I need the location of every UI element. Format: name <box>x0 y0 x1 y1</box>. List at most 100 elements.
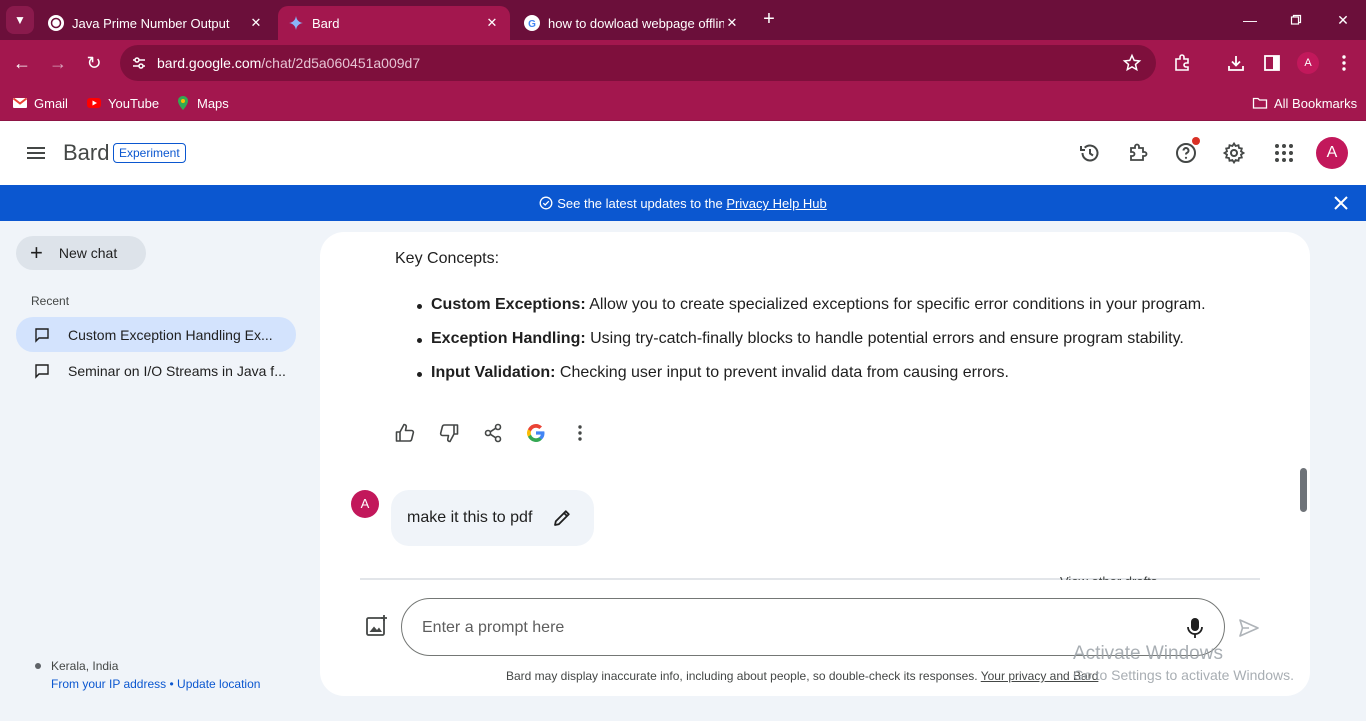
close-banner-icon[interactable] <box>1332 194 1350 212</box>
send-icon[interactable] <box>1237 616 1261 640</box>
site-settings-icon[interactable] <box>130 54 148 72</box>
conversation-panel: Key Concepts: Custom Exceptions: Allow y… <box>320 232 1310 696</box>
location-links: From your IP address • Update location <box>51 677 260 691</box>
app-title[interactable]: Bard <box>63 140 109 166</box>
history-item-io-streams[interactable]: Seminar on I/O Streams in Java f... <box>16 353 296 388</box>
bottom-strip <box>0 716 1366 721</box>
thumbs-up-icon[interactable] <box>394 422 416 444</box>
concept-desc: Checking user input to prevent invalid d… <box>555 364 1009 381</box>
disclaimer-text: Bard may display inaccurate info, includ… <box>506 669 981 683</box>
tab-search-button[interactable]: ▼ <box>6 6 34 34</box>
settings-gear-icon[interactable] <box>1222 141 1246 165</box>
concept-term: Exception Handling: <box>431 330 586 347</box>
bookmark-youtube[interactable]: YouTube <box>86 93 159 113</box>
bookmark-maps[interactable]: Maps <box>175 93 229 113</box>
google-favicon-icon: G <box>524 15 540 31</box>
url-path: /chat/2d5a060451a009d7 <box>261 55 421 71</box>
tab-download-webpage[interactable]: G how to dowload webpage offlin ✕ <box>514 6 750 40</box>
concept-desc: Allow you to create specialized exceptio… <box>585 296 1206 313</box>
apps-grid-icon[interactable] <box>1272 141 1296 165</box>
close-tab-icon[interactable]: ✕ <box>248 15 264 31</box>
downloads-icon[interactable] <box>1226 53 1246 73</box>
account-avatar[interactable]: A <box>1316 137 1348 169</box>
privacy-help-hub-link[interactable]: Privacy Help Hub <box>726 196 826 211</box>
verified-badge-icon <box>539 196 553 210</box>
microphone-icon[interactable] <box>1184 616 1206 640</box>
profile-avatar[interactable]: A <box>1297 52 1319 74</box>
bard-sparkle-icon <box>288 15 304 31</box>
bookmark-label: Maps <box>197 95 229 111</box>
scrollbar-thumb[interactable] <box>1300 468 1307 512</box>
thumbs-down-icon[interactable] <box>438 422 460 444</box>
bookmark-gmail[interactable]: Gmail <box>12 93 68 113</box>
folder-icon <box>1252 97 1268 109</box>
upload-image-icon[interactable] <box>364 613 390 639</box>
reload-icon[interactable]: ↻ <box>82 51 106 75</box>
bookmark-label: YouTube <box>108 95 160 111</box>
google-it-icon[interactable] <box>525 422 547 444</box>
banner-text: See the latest updates to the <box>557 196 727 211</box>
list-item: Custom Exceptions: Allow you to create s… <box>395 296 1275 330</box>
edit-pencil-icon[interactable] <box>551 507 573 529</box>
list-item: Exception Handling: Using try-catch-fina… <box>395 330 1275 364</box>
concept-term: Custom Exceptions: <box>431 296 586 313</box>
extensions-puzzle-icon[interactable] <box>1126 141 1150 165</box>
banner-message: See the latest updates to the Privacy He… <box>0 196 1366 211</box>
new-tab-button[interactable]: + <box>758 8 780 30</box>
more-options-icon[interactable] <box>569 422 591 444</box>
youtube-icon <box>87 98 101 108</box>
close-tab-icon[interactable]: ✕ <box>724 15 740 31</box>
experiment-badge: Experiment <box>113 143 186 163</box>
location-name: Kerala, India <box>51 659 119 673</box>
address-bar[interactable]: bard.google.com/chat/2d5a060451a009d7 <box>120 45 1156 81</box>
plus-icon: + <box>30 240 43 265</box>
prompt-input[interactable] <box>422 616 1162 640</box>
side-panel-icon[interactable] <box>1262 53 1282 73</box>
notification-dot <box>1192 137 1200 145</box>
concepts-list: Custom Exceptions: Allow you to create s… <box>395 296 1275 398</box>
new-chat-label: New chat <box>58 245 118 261</box>
ip-address-link[interactable]: From your IP address <box>51 677 166 691</box>
history-item-label: Seminar on I/O Streams in Java f... <box>68 362 286 379</box>
close-tab-icon[interactable]: ✕ <box>484 15 500 31</box>
activate-windows-watermark: Activate Windows Go to Settings to activ… <box>1073 643 1294 683</box>
back-icon[interactable]: ← <box>10 51 34 75</box>
location-dot <box>35 663 41 669</box>
all-bookmarks[interactable]: All Bookmarks <box>1252 93 1357 113</box>
new-chat-button[interactable]: + New chat <box>16 236 146 270</box>
forward-icon[interactable]: → <box>46 51 70 75</box>
chevron-down-icon: ▼ <box>14 13 26 27</box>
watermark-subtitle: Go to Settings to activate Windows. <box>1073 667 1294 683</box>
browser-tab-strip: ▼ Java Prime Number Output ✕ Bard ✕ G ho… <box>0 0 1366 40</box>
tab-title: Bard <box>312 15 340 31</box>
url-text[interactable]: bard.google.com/chat/2d5a060451a009d7 <box>157 55 420 71</box>
tab-bard[interactable]: Bard ✕ <box>278 6 510 40</box>
location-separator: • <box>166 677 178 691</box>
more-menu-icon[interactable] <box>1334 53 1354 73</box>
disclaimer: Bard may display inaccurate info, includ… <box>506 669 1098 683</box>
chat-bubble-icon <box>35 327 49 343</box>
bookmark-star-icon[interactable] <box>1122 53 1142 73</box>
menu-icon[interactable] <box>24 141 48 165</box>
minimize-icon[interactable]: — <box>1238 8 1262 32</box>
user-message-bubble: make it this to pdf <box>391 490 594 546</box>
view-drafts-cut[interactable]: View other drafts <box>1060 574 1157 580</box>
key-concepts-heading: Key Concepts: <box>395 250 500 267</box>
recent-heading: Recent <box>31 294 70 308</box>
concept-desc: Using try-catch-finally blocks to handle… <box>585 330 1184 347</box>
update-location-link[interactable]: Update location <box>177 677 260 691</box>
share-icon[interactable] <box>482 422 504 444</box>
close-window-icon[interactable]: ✕ <box>1331 8 1355 32</box>
history-item-custom-exception[interactable]: Custom Exception Handling Ex... <box>16 317 296 352</box>
history-icon[interactable] <box>1078 141 1102 165</box>
extensions-icon[interactable] <box>1172 53 1192 73</box>
tab-java-prime[interactable]: Java Prime Number Output ✕ <box>38 6 274 40</box>
gmail-icon <box>12 97 28 108</box>
user-message-text: make it this to pdf <box>407 509 533 526</box>
chat-bubble-icon <box>35 363 49 379</box>
tab-title: how to dowload webpage offlin <box>548 15 724 31</box>
tab-title: Java Prime Number Output <box>72 15 230 31</box>
history-item-label: Custom Exception Handling Ex... <box>68 326 273 343</box>
restore-icon[interactable] <box>1284 8 1308 32</box>
svg-text:G: G <box>528 19 536 29</box>
